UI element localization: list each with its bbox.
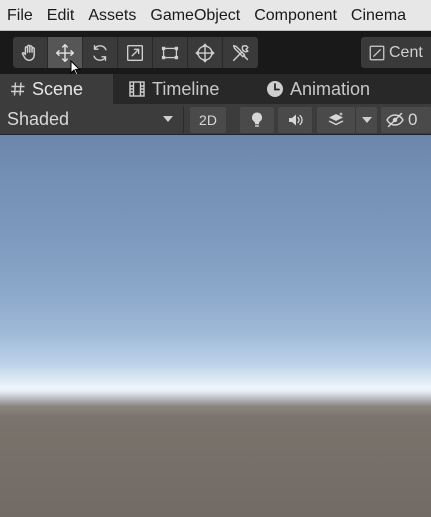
- scale-icon: [126, 44, 144, 61]
- lighting-toggle[interactable]: [240, 107, 274, 133]
- tab-scene[interactable]: Scene: [0, 74, 113, 104]
- menu-component[interactable]: Component: [247, 0, 344, 30]
- hash-icon: [10, 81, 26, 97]
- main-toolbar: Cent: [0, 31, 431, 74]
- audio-toggle[interactable]: [278, 107, 312, 133]
- film-icon: [128, 80, 146, 98]
- transform-icon: [195, 43, 215, 62]
- tools-icon: [232, 44, 249, 61]
- pivot-mode-button[interactable]: Cent: [361, 37, 431, 68]
- hand-tool-button[interactable]: [13, 37, 48, 68]
- 2d-mode-label: 2D: [199, 112, 217, 128]
- hand-icon: [21, 44, 35, 61]
- speaker-icon: [289, 114, 303, 126]
- rect-icon: [161, 46, 179, 59]
- pivot-mode-label: Cent: [389, 43, 423, 61]
- menu-assets[interactable]: Assets: [81, 0, 143, 30]
- scene-visibility-toggle[interactable]: 0: [381, 107, 431, 133]
- hidden-count: 0: [408, 110, 418, 129]
- tab-timeline[interactable]: Timeline: [128, 74, 219, 104]
- tab-animation[interactable]: Animation: [266, 74, 370, 104]
- shading-mode-label: Shaded: [7, 109, 70, 129]
- rect-tool-button[interactable]: [153, 37, 188, 68]
- custom-tool-button[interactable]: [223, 37, 258, 68]
- effects-toggle[interactable]: [317, 107, 355, 133]
- rotate-tool-button[interactable]: [83, 37, 118, 68]
- scene-toolbar: Shaded 2D 0: [0, 104, 431, 135]
- chevron-down-icon: [163, 116, 173, 122]
- lightbulb-icon: [252, 112, 262, 127]
- tab-animation-label: Animation: [290, 78, 371, 99]
- effects-dropdown[interactable]: [355, 107, 377, 133]
- pivot-center-icon: [369, 45, 385, 60]
- menu-cinemachine[interactable]: Cinema: [344, 0, 413, 30]
- tab-timeline-label: Timeline: [152, 78, 220, 99]
- clock-icon: [266, 80, 284, 98]
- eye-hidden-icon: [386, 112, 404, 128]
- transform-tool-button[interactable]: [188, 37, 223, 68]
- scale-tool-button[interactable]: [118, 37, 153, 68]
- menu-bar: File Edit Assets GameObject Component Ci…: [0, 0, 431, 31]
- rotate-icon: [93, 44, 107, 61]
- menu-file[interactable]: File: [0, 0, 40, 30]
- transform-tools: [13, 37, 258, 68]
- chevron-down-icon: [361, 117, 372, 123]
- shading-mode-dropdown[interactable]: Shaded: [0, 106, 184, 133]
- layers-icon: [328, 112, 344, 126]
- view-tab-bar: Scene Timeline Animation: [0, 74, 431, 104]
- 2d-mode-toggle[interactable]: 2D: [190, 107, 226, 133]
- menu-edit[interactable]: Edit: [40, 0, 82, 30]
- scene-viewport[interactable]: [0, 135, 431, 517]
- menu-gameobject[interactable]: GameObject: [143, 0, 247, 30]
- tab-scene-label: Scene: [32, 78, 84, 99]
